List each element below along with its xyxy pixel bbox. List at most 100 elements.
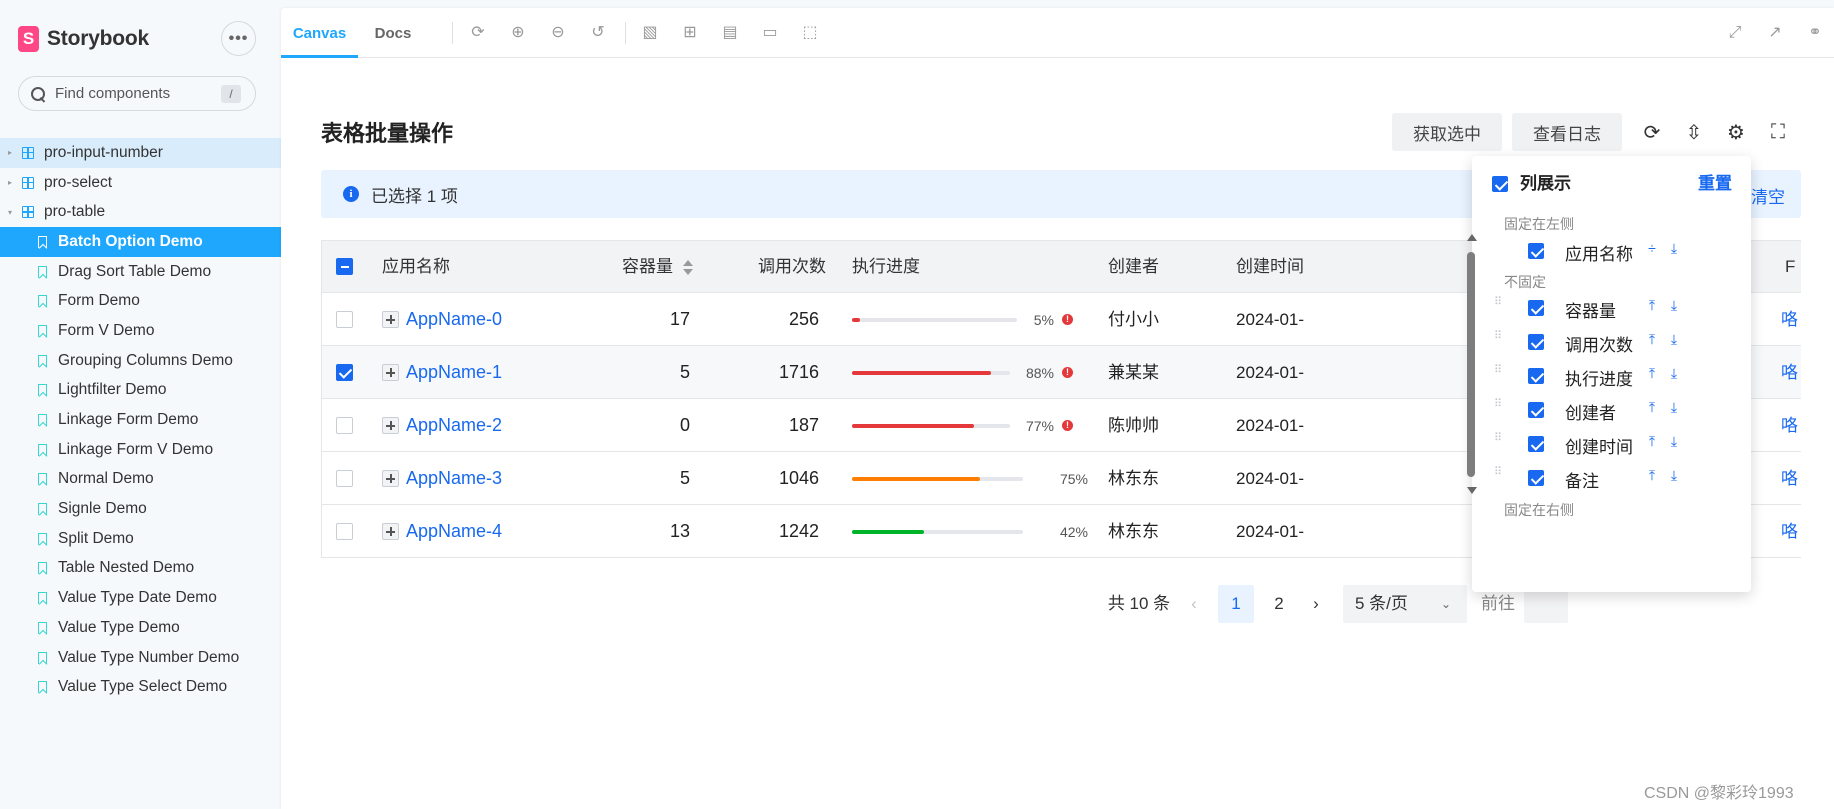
column-setting-item[interactable]: ⠿ 执行进度 ⤒ ⤓ xyxy=(1472,359,1732,393)
fullscreen-icon[interactable]: ⤢ xyxy=(1726,24,1744,42)
drag-handle-icon[interactable]: ⠿ xyxy=(1494,365,1502,382)
component-icon[interactable]: ▤ xyxy=(721,24,739,42)
story-item[interactable]: Drag Sort Table Demo xyxy=(0,257,281,287)
drag-handle-icon[interactable]: ⠿ xyxy=(1494,297,1502,314)
expand-row-icon[interactable] xyxy=(382,523,399,540)
scroll-down-arrow[interactable] xyxy=(1467,487,1477,494)
drag-handle-icon[interactable]: ⠿ xyxy=(1494,467,1502,484)
story-item[interactable]: Linkage Form Demo xyxy=(0,405,281,435)
story-item[interactable]: Table Nested Demo xyxy=(0,554,281,584)
prev-page-button[interactable]: ‹ xyxy=(1181,585,1207,623)
pin-bottom-icon[interactable]: ⤓ xyxy=(1666,331,1682,349)
row-checkbox[interactable] xyxy=(336,417,353,434)
app-name-link[interactable]: AppName-1 xyxy=(406,346,502,399)
pin-top-icon[interactable]: ⤒ xyxy=(1644,365,1660,383)
row-action-link[interactable]: 咯 xyxy=(1781,293,1798,346)
column-setting-item[interactable]: ⠿ 创建者 ⤒ ⤓ xyxy=(1472,393,1732,427)
zoom-out-icon[interactable]: ⊖ xyxy=(549,24,567,42)
app-name-link[interactable]: AppName-3 xyxy=(406,452,502,505)
image-icon[interactable]: ▧ xyxy=(641,24,659,42)
outline-icon[interactable]: ⬚ xyxy=(801,24,819,42)
row-action-link[interactable]: 咯 xyxy=(1781,346,1798,399)
story-item[interactable]: Form V Demo xyxy=(0,316,281,346)
unpin-icon[interactable]: ÷ xyxy=(1644,240,1660,258)
column-setting-item[interactable]: 应用名称 ÷ ⤓ xyxy=(1472,234,1732,268)
column-setting-item[interactable]: ⠿ 备注 ⤒ ⤓ xyxy=(1472,461,1732,495)
clear-selection-link[interactable]: 清空 xyxy=(1751,183,1785,208)
share-icon[interactable]: ↗ xyxy=(1766,24,1784,42)
column-visible-checkbox[interactable] xyxy=(1528,436,1544,452)
expand-row-icon[interactable] xyxy=(382,364,399,381)
row-action-link[interactable]: 咯 xyxy=(1781,505,1798,558)
link-icon[interactable]: ⚭ xyxy=(1806,24,1824,42)
scroll-up-arrow[interactable] xyxy=(1467,234,1477,241)
pin-top-icon[interactable]: ⤒ xyxy=(1644,331,1660,349)
sync-icon[interactable]: ⟳ xyxy=(469,24,487,42)
column-visible-checkbox[interactable] xyxy=(1528,402,1544,418)
column-setting-item[interactable]: ⠿ 容器量 ⤒ ⤓ xyxy=(1472,291,1732,325)
tree-group-pro-table[interactable]: ▾ pro-table xyxy=(0,197,281,227)
pin-bottom-icon[interactable]: ⤓ xyxy=(1666,433,1682,451)
app-name-link[interactable]: AppName-2 xyxy=(406,399,502,452)
column-setting-item[interactable]: ⠿ 创建时间 ⤒ ⤓ xyxy=(1472,427,1732,461)
pin-top-icon[interactable]: ⤒ xyxy=(1644,297,1660,315)
story-item[interactable]: Normal Demo xyxy=(0,465,281,495)
pin-bottom-icon[interactable]: ⤓ xyxy=(1666,240,1682,258)
brand[interactable]: S Storybook xyxy=(18,24,149,54)
column-setting-item[interactable]: ⠿ 调用次数 ⤒ ⤓ xyxy=(1472,325,1732,359)
page-2-button[interactable]: 2 xyxy=(1261,585,1297,623)
search-input[interactable] xyxy=(55,85,215,102)
column-visible-checkbox[interactable] xyxy=(1528,470,1544,486)
column-visible-checkbox[interactable] xyxy=(1528,243,1544,259)
story-item[interactable]: Lightfilter Demo xyxy=(0,376,281,406)
story-item[interactable]: Value Type Select Demo xyxy=(0,672,281,702)
drag-handle-icon[interactable]: ⠿ xyxy=(1494,433,1502,450)
next-page-button[interactable]: › xyxy=(1303,585,1329,623)
row-action-link[interactable]: 咯 xyxy=(1781,399,1798,452)
select-all-checkbox[interactable] xyxy=(336,258,353,275)
drag-handle-icon[interactable]: ⠿ xyxy=(1494,331,1502,348)
col-capacity[interactable]: 容器量 xyxy=(622,241,693,293)
row-checkbox[interactable] xyxy=(336,311,353,328)
reload-icon[interactable]: ⟳ xyxy=(1640,120,1664,144)
pin-bottom-icon[interactable]: ⤓ xyxy=(1666,467,1682,485)
row-action-link[interactable]: 咯 xyxy=(1781,452,1798,505)
app-name-link[interactable]: AppName-0 xyxy=(406,293,502,346)
row-checkbox[interactable] xyxy=(336,364,353,381)
expand-row-icon[interactable] xyxy=(382,311,399,328)
popover-scrollbar[interactable] xyxy=(1467,234,1477,494)
tree-group-pro-select[interactable]: ▸ pro-select xyxy=(0,168,281,198)
tab-canvas[interactable]: Canvas xyxy=(281,8,358,58)
page-1-button[interactable]: 1 xyxy=(1218,585,1254,623)
sort-icon[interactable] xyxy=(683,259,693,276)
tab-docs[interactable]: Docs xyxy=(358,8,428,58)
story-item[interactable]: Value Type Number Demo xyxy=(0,643,281,673)
drag-handle-icon[interactable]: ⠿ xyxy=(1494,399,1502,416)
story-item[interactable]: Batch Option Demo xyxy=(0,227,281,257)
column-visible-checkbox[interactable] xyxy=(1528,300,1544,316)
pin-bottom-icon[interactable]: ⤓ xyxy=(1666,399,1682,417)
grid-icon[interactable]: ⊞ xyxy=(681,24,699,42)
pin-bottom-icon[interactable]: ⤓ xyxy=(1666,297,1682,315)
expand-row-icon[interactable] xyxy=(382,470,399,487)
ruler-icon[interactable]: ▭ xyxy=(761,24,779,42)
column-visible-checkbox[interactable] xyxy=(1528,368,1544,384)
tree-group-pro-input-number[interactable]: ▸ pro-input-number xyxy=(0,138,281,168)
view-log-button[interactable]: 查看日志 xyxy=(1512,113,1622,151)
fullscreen-table-icon[interactable]: ⛶ xyxy=(1766,120,1790,144)
story-item[interactable]: Signle Demo xyxy=(0,494,281,524)
zoom-reset-icon[interactable]: ↺ xyxy=(589,24,607,42)
zoom-in-icon[interactable]: ⊕ xyxy=(509,24,527,42)
app-name-link[interactable]: AppName-4 xyxy=(406,505,502,558)
row-checkbox[interactable] xyxy=(336,470,353,487)
scroll-thumb[interactable] xyxy=(1467,252,1475,477)
pin-top-icon[interactable]: ⤒ xyxy=(1644,399,1660,417)
get-selected-button[interactable]: 获取选中 xyxy=(1392,113,1502,151)
more-options-button[interactable]: ••• xyxy=(221,21,256,56)
settings-gear-icon[interactable]: ⚙ xyxy=(1724,120,1748,144)
reset-columns-button[interactable]: 重置 xyxy=(1698,174,1732,194)
expand-row-icon[interactable] xyxy=(382,417,399,434)
density-icon[interactable]: ⇳ xyxy=(1682,120,1706,144)
story-item[interactable]: Grouping Columns Demo xyxy=(0,346,281,376)
pin-top-icon[interactable]: ⤒ xyxy=(1644,467,1660,485)
